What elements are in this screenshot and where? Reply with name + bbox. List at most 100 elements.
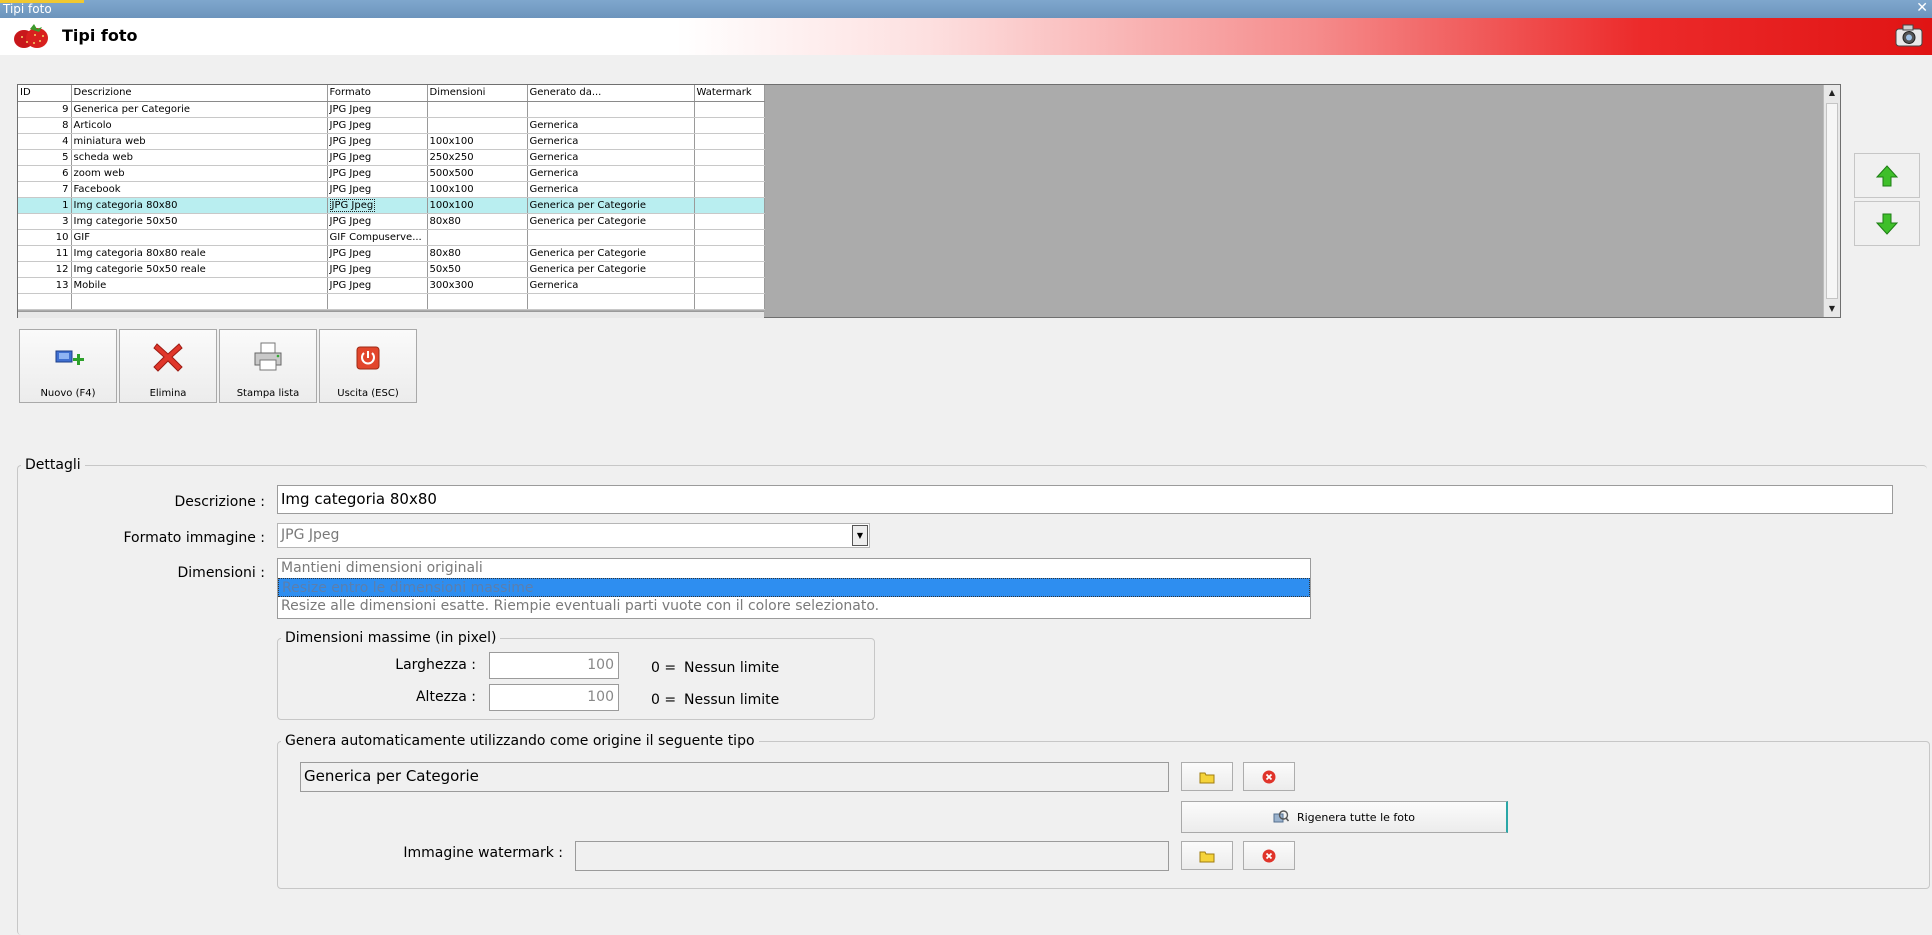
scroll-down-icon[interactable]: ▼: [1825, 302, 1839, 316]
clear-source-button[interactable]: [1243, 762, 1295, 791]
cell-id[interactable]: 3: [18, 213, 72, 230]
table-row-empty[interactable]: [18, 293, 765, 310]
cell-formato[interactable]: JPG Jpeg: [327, 197, 428, 214]
cell-formato[interactable]: JPG Jpeg: [327, 213, 428, 230]
cell-id[interactable]: 12: [18, 261, 72, 278]
empty-cell[interactable]: [327, 293, 428, 310]
cell-watermark[interactable]: [694, 181, 765, 198]
scroll-up-icon[interactable]: ▲: [1825, 86, 1839, 100]
print-list-button[interactable]: Stampa lista: [219, 329, 317, 403]
table-row[interactable]: 9 Generica per Categorie JPG Jpeg: [18, 101, 765, 118]
table-row[interactable]: 6 zoom web JPG Jpeg 500x500 Gernerica: [18, 165, 765, 182]
empty-cell[interactable]: [71, 293, 328, 310]
cell-formato[interactable]: JPG Jpeg: [327, 101, 428, 118]
empty-cell[interactable]: [527, 293, 695, 310]
cell-dimensioni[interactable]: 100x100: [427, 197, 528, 214]
clear-watermark-button[interactable]: [1243, 841, 1295, 870]
table-row[interactable]: 13 Mobile JPG Jpeg 300x300 Gernerica: [18, 277, 765, 294]
cell-descrizione[interactable]: Facebook: [71, 181, 328, 198]
cell-watermark[interactable]: [694, 261, 765, 278]
cell-dimensioni[interactable]: 300x300: [427, 277, 528, 294]
dimensioni-option-massime[interactable]: Resize entro le dimensioni massime: [278, 578, 1310, 597]
table-row[interactable]: 3 Img categorie 50x50 JPG Jpeg 80x80 Generic…: [18, 213, 765, 230]
watermark-field[interactable]: [575, 841, 1169, 871]
table-row[interactable]: 1 Img categoria 80x80 JPG Jpeg 100x100 Gener…: [18, 197, 765, 214]
cell-descrizione[interactable]: Generica per Categorie: [71, 101, 328, 118]
cell-descrizione[interactable]: Mobile: [71, 277, 328, 294]
cell-watermark[interactable]: [694, 101, 765, 118]
table-row[interactable]: 5 scheda web JPG Jpeg 250x250 Gernerica: [18, 149, 765, 166]
cell-dimensioni[interactable]: [427, 101, 528, 118]
cell-descrizione[interactable]: GIF: [71, 229, 328, 246]
move-down-button[interactable]: [1854, 201, 1920, 246]
cell-watermark[interactable]: [694, 149, 765, 166]
cell-formato[interactable]: JPG Jpeg: [327, 277, 428, 294]
cell-dimensioni[interactable]: [427, 117, 528, 134]
empty-cell[interactable]: [694, 293, 765, 310]
cell-generato-da[interactable]: Gernerica: [527, 149, 695, 166]
cell-watermark[interactable]: [694, 229, 765, 246]
cell-descrizione[interactable]: scheda web: [71, 149, 328, 166]
cell-dimensioni[interactable]: [427, 229, 528, 246]
empty-cell[interactable]: [427, 293, 528, 310]
col-header-id[interactable]: ID: [18, 85, 72, 102]
cell-descrizione[interactable]: zoom web: [71, 165, 328, 182]
cell-dimensioni[interactable]: 80x80: [427, 213, 528, 230]
source-type-field[interactable]: Generica per Categorie: [300, 762, 1169, 792]
cell-watermark[interactable]: [694, 117, 765, 134]
cell-id[interactable]: 8: [18, 117, 72, 134]
chevron-down-icon[interactable]: ▼: [852, 525, 868, 546]
cell-dimensioni[interactable]: 80x80: [427, 245, 528, 262]
col-header-dimensioni[interactable]: Dimensioni: [427, 85, 528, 102]
altezza-input[interactable]: 100: [489, 684, 619, 711]
cell-formato[interactable]: GIF Compuserve...: [327, 229, 428, 246]
cell-id[interactable]: 11: [18, 245, 72, 262]
cell-id[interactable]: 6: [18, 165, 72, 182]
col-header-descrizione[interactable]: Descrizione: [71, 85, 328, 102]
new-button[interactable]: Nuovo (F4): [19, 329, 117, 403]
cell-id[interactable]: 10: [18, 229, 72, 246]
cell-watermark[interactable]: [694, 277, 765, 294]
cell-descrizione[interactable]: miniatura web: [71, 133, 328, 150]
cell-descrizione[interactable]: Img categoria 80x80 reale: [71, 245, 328, 262]
table-row[interactable]: 7 Facebook JPG Jpeg 100x100 Gernerica: [18, 181, 765, 198]
cell-descrizione[interactable]: Articolo: [71, 117, 328, 134]
cell-dimensioni[interactable]: 50x50: [427, 261, 528, 278]
table-row[interactable]: 12 Img categorie 50x50 reale JPG Jpeg 50x50…: [18, 261, 765, 278]
cell-watermark[interactable]: [694, 165, 765, 182]
cell-dimensioni[interactable]: 250x250: [427, 149, 528, 166]
cell-descrizione[interactable]: Img categoria 80x80: [71, 197, 328, 214]
cell-generato-da[interactable]: Gernerica: [527, 133, 695, 150]
cell-id[interactable]: 7: [18, 181, 72, 198]
browse-watermark-button[interactable]: [1181, 841, 1233, 870]
cell-watermark[interactable]: [694, 213, 765, 230]
cell-formato[interactable]: JPG Jpeg: [327, 245, 428, 262]
cell-id[interactable]: 13: [18, 277, 72, 294]
table-row[interactable]: 4 miniatura web JPG Jpeg 100x100 Gernerica: [18, 133, 765, 150]
cell-id[interactable]: 5: [18, 149, 72, 166]
cell-generato-da[interactable]: Generica per Categorie: [527, 197, 695, 214]
cell-formato[interactable]: JPG Jpeg: [327, 117, 428, 134]
cell-formato[interactable]: JPG Jpeg: [327, 149, 428, 166]
col-header-watermark[interactable]: Watermark: [694, 85, 765, 102]
cell-descrizione[interactable]: Img categorie 50x50 reale: [71, 261, 328, 278]
cell-formato[interactable]: JPG Jpeg: [327, 133, 428, 150]
cell-generato-da[interactable]: [527, 101, 695, 118]
regenerate-all-photos-button[interactable]: Rigenera tutte le foto: [1181, 801, 1508, 833]
cell-generato-da[interactable]: Generica per Categorie: [527, 213, 695, 230]
close-icon[interactable]: ✕: [1916, 0, 1928, 17]
cell-dimensioni[interactable]: 100x100: [427, 181, 528, 198]
dimensioni-option-originali[interactable]: Mantieni dimensioni originali: [278, 559, 1310, 578]
table-row[interactable]: 8 Articolo JPG Jpeg Gernerica: [18, 117, 765, 134]
col-header-generato-da[interactable]: Generato da...: [527, 85, 695, 102]
cell-watermark[interactable]: [694, 197, 765, 214]
table-row[interactable]: 10 GIF GIF Compuserve...: [18, 229, 765, 246]
cell-generato-da[interactable]: Generica per Categorie: [527, 245, 695, 262]
empty-cell[interactable]: [18, 293, 72, 310]
cell-generato-da[interactable]: Gernerica: [527, 181, 695, 198]
browse-source-button[interactable]: [1181, 762, 1233, 791]
cell-formato[interactable]: JPG Jpeg: [327, 261, 428, 278]
scroll-thumb[interactable]: [1826, 103, 1838, 299]
dimensioni-listbox[interactable]: Mantieni dimensioni originali Resize ent…: [277, 558, 1311, 619]
cell-id[interactable]: 9: [18, 101, 72, 118]
